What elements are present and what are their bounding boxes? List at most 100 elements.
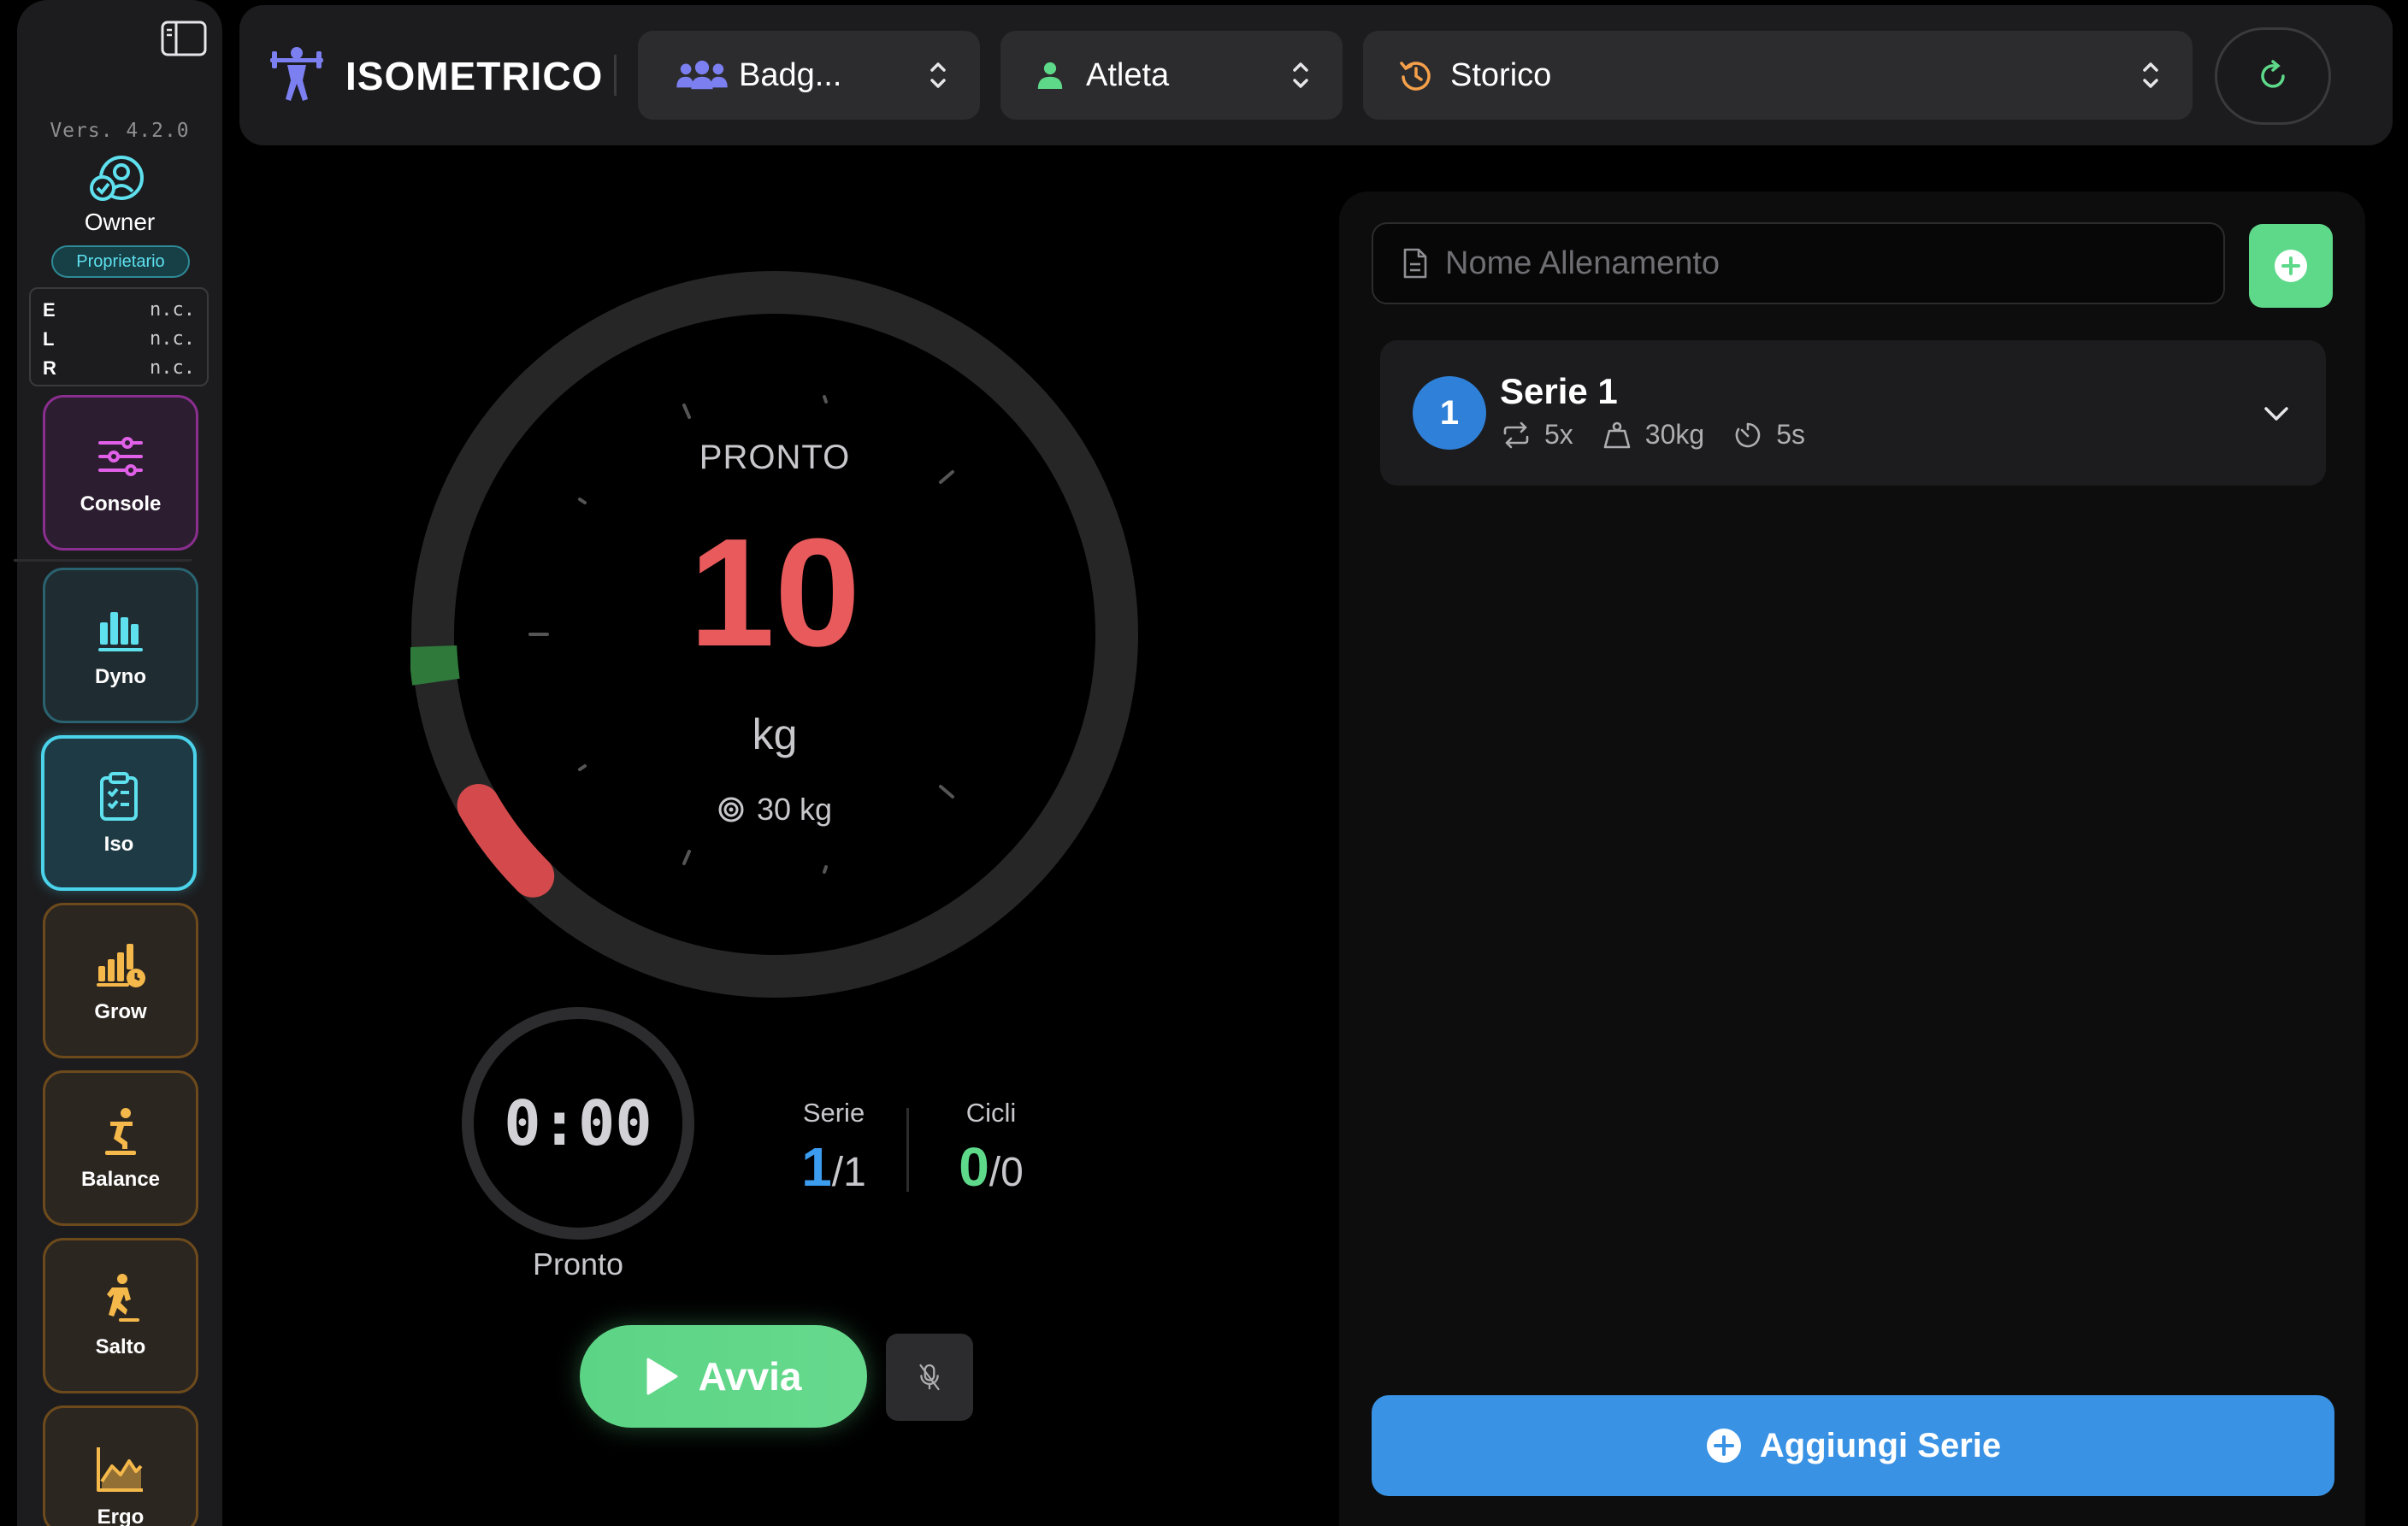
elr-value: n.c. bbox=[150, 357, 195, 379]
header-bar: ISOMETRICO Badg... Atleta Storico bbox=[239, 5, 2393, 145]
group-select-value: Badg... bbox=[739, 56, 842, 93]
history-select[interactable]: Storico bbox=[1363, 31, 2193, 120]
nav-salto-button[interactable]: Salto bbox=[43, 1238, 198, 1393]
nav-grow-label: Grow bbox=[94, 1000, 147, 1023]
cicli-counter-total: /0 bbox=[989, 1150, 1024, 1195]
nav-iso-button[interactable]: Iso bbox=[41, 735, 197, 891]
elr-row-r: Rn.c. bbox=[43, 354, 195, 383]
elr-value: n.c. bbox=[150, 328, 195, 350]
nav-console-label: Console bbox=[80, 492, 162, 516]
chevron-down-icon[interactable] bbox=[2261, 398, 2292, 429]
series-duration: 5s bbox=[1733, 419, 1805, 451]
elr-value: n.c. bbox=[150, 299, 195, 321]
series-item[interactable]: 1 Serie 1 5x 30kg 5s bbox=[1380, 340, 2326, 486]
athlete-select[interactable]: Atleta bbox=[1000, 31, 1343, 120]
sliders-icon bbox=[98, 437, 143, 476]
growth-chart-icon bbox=[97, 944, 145, 987]
elr-row-l: Ln.c. bbox=[43, 325, 195, 354]
nav-balance-button[interactable]: Balance bbox=[43, 1070, 198, 1226]
series-duration-value: 5s bbox=[1776, 419, 1805, 450]
timer-ring: 0:00 bbox=[462, 1007, 694, 1240]
add-series-label: Aggiungi Serie bbox=[1759, 1426, 2002, 1464]
target-icon bbox=[718, 797, 744, 822]
updown-chevron-icon bbox=[2143, 62, 2158, 88]
cicli-counter-current: 0 bbox=[959, 1136, 989, 1198]
series-reps: 5x bbox=[1502, 419, 1573, 451]
sidebar-divider bbox=[14, 559, 192, 562]
timer-status: Pronto bbox=[532, 1246, 624, 1281]
nav-dyno-button[interactable]: Dyno bbox=[43, 568, 198, 723]
nav-grow-button[interactable]: Grow bbox=[43, 903, 198, 1058]
plus-circle-icon bbox=[1706, 1429, 1741, 1463]
gauge-status-label: PRONTO bbox=[699, 439, 851, 476]
app-title: ISOMETRICO bbox=[345, 54, 604, 98]
series-title: Serie 1 bbox=[1500, 371, 1618, 411]
workout-name-field[interactable] bbox=[1372, 222, 2225, 304]
updown-chevron-icon bbox=[1293, 62, 1308, 88]
nav-dyno-label: Dyno bbox=[95, 665, 146, 688]
current-force-arc bbox=[457, 784, 555, 898]
elr-row-e: En.c. bbox=[43, 296, 195, 325]
user-avatar-icon[interactable] bbox=[87, 152, 147, 203]
sidebar-toggle-icon[interactable] bbox=[161, 21, 207, 56]
add-series-button[interactable]: Aggiungi Serie bbox=[1372, 1395, 2334, 1496]
start-button[interactable]: Avvia bbox=[580, 1325, 867, 1428]
series-meta: 5x 30kg 5s bbox=[1502, 419, 1834, 451]
history-select-value: Storico bbox=[1450, 56, 1552, 93]
target-zone-arc bbox=[410, 645, 460, 686]
elr-key: E bbox=[43, 299, 56, 321]
mic-off-icon bbox=[919, 1364, 940, 1391]
weight-icon bbox=[1603, 421, 1631, 448]
jump-person-icon bbox=[107, 1274, 139, 1322]
elr-status-box: En.c. Ln.c. Rn.c. bbox=[29, 287, 209, 386]
counter-divider bbox=[906, 1108, 909, 1192]
nav-salto-label: Salto bbox=[95, 1335, 146, 1358]
clipboard-check-icon bbox=[100, 772, 138, 821]
serie-counter-total: /1 bbox=[831, 1150, 866, 1195]
serie-counter-label: Serie bbox=[802, 1098, 865, 1128]
plus-circle-icon bbox=[2275, 250, 2307, 282]
group-icon bbox=[674, 58, 734, 92]
cicli-counter-label: Cicli bbox=[965, 1098, 1017, 1128]
document-icon bbox=[1403, 248, 1427, 279]
start-button-label: Avvia bbox=[698, 1354, 802, 1399]
nav-iso-label: Iso bbox=[103, 833, 134, 856]
mute-microphone-button[interactable] bbox=[886, 1334, 973, 1421]
history-icon bbox=[1399, 58, 1445, 92]
role-badge: Proprietario bbox=[51, 245, 190, 278]
cicli-counter: Cicli 0/0 bbox=[927, 1098, 1055, 1199]
workout-name-input[interactable] bbox=[1445, 245, 2215, 282]
bar-chart-icon bbox=[98, 612, 143, 651]
serie-counter-current: 1 bbox=[801, 1136, 832, 1198]
series-weight-value: 30kg bbox=[1644, 419, 1705, 450]
nav-ergo-button[interactable]: Ergo bbox=[43, 1405, 198, 1526]
play-icon bbox=[646, 1358, 678, 1395]
refresh-button[interactable] bbox=[2215, 27, 2331, 125]
gauge-target-value: 30 kg bbox=[756, 792, 833, 827]
athlete-select-value: Atleta bbox=[1086, 56, 1170, 93]
series-number-badge: 1 bbox=[1413, 376, 1486, 450]
app-version: Vers. 4.2.0 bbox=[50, 120, 190, 142]
repeat-icon bbox=[1503, 421, 1529, 448]
add-workout-button[interactable] bbox=[2249, 224, 2333, 308]
header-divider bbox=[614, 55, 617, 96]
gauge-target: 30 kg bbox=[561, 792, 989, 828]
user-name: Owner bbox=[84, 209, 156, 235]
nav-console-button[interactable]: Console bbox=[43, 395, 198, 551]
person-icon bbox=[1036, 58, 1081, 92]
nav-balance-label: Balance bbox=[80, 1168, 161, 1191]
gauge-value: 10 bbox=[688, 507, 861, 679]
refresh-icon bbox=[2261, 60, 2285, 88]
series-weight: 30kg bbox=[1602, 419, 1704, 451]
serie-counter: Serie 1/1 bbox=[770, 1098, 898, 1199]
timer-icon bbox=[1735, 422, 1761, 447]
group-select[interactable]: Badg... bbox=[638, 31, 980, 120]
timer-display: 0:00 bbox=[504, 1087, 652, 1159]
series-reps-value: 5x bbox=[1544, 419, 1573, 450]
gauge-unit: kg bbox=[752, 710, 798, 758]
nav-ergo-label: Ergo bbox=[97, 1505, 145, 1526]
elr-key: L bbox=[43, 328, 55, 350]
ergo-chart-icon bbox=[97, 1447, 143, 1492]
weightlifter-logo-icon bbox=[269, 43, 325, 104]
updown-chevron-icon bbox=[930, 62, 946, 88]
